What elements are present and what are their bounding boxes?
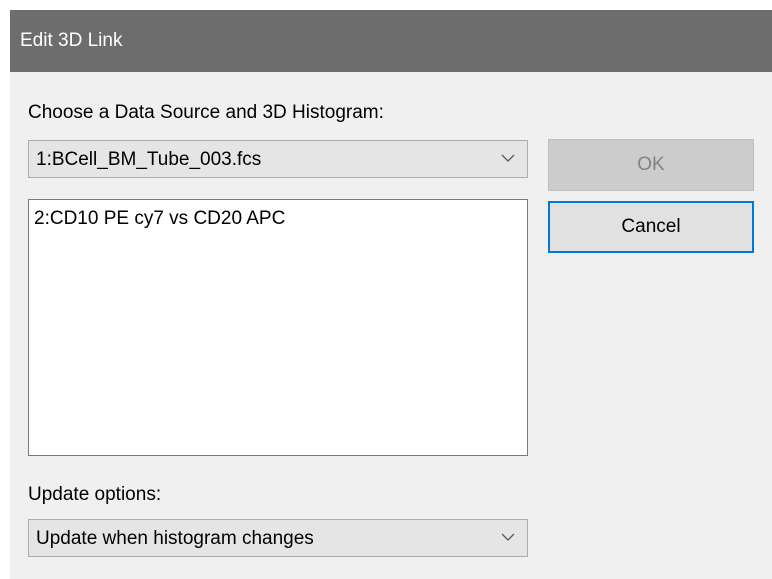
title-bar[interactable]: Edit 3D Link	[10, 10, 772, 72]
edit-3d-link-dialog: Edit 3D Link Choose a Data Source and 3D…	[10, 10, 772, 579]
list-item[interactable]: 2:CD10 PE cy7 vs CD20 APC	[34, 208, 285, 230]
chevron-down-icon	[501, 533, 515, 541]
data-source-label: Choose a Data Source and 3D Histogram:	[28, 102, 384, 123]
chevron-down-icon	[501, 154, 515, 162]
window-title: Edit 3D Link	[20, 30, 123, 51]
update-options-label: Update options:	[28, 484, 162, 505]
data-source-dropdown[interactable]: 1:BCell_BM_Tube_003.fcs	[28, 140, 528, 178]
update-options-value: Update when histogram changes	[36, 528, 314, 549]
ok-button[interactable]: OK	[548, 139, 754, 191]
data-source-value: 1:BCell_BM_Tube_003.fcs	[36, 149, 262, 170]
cancel-button[interactable]: Cancel	[548, 201, 754, 253]
update-options-dropdown[interactable]: Update when histogram changes	[28, 519, 528, 557]
histogram-listbox[interactable]: 2:CD10 PE cy7 vs CD20 APC	[28, 199, 528, 456]
